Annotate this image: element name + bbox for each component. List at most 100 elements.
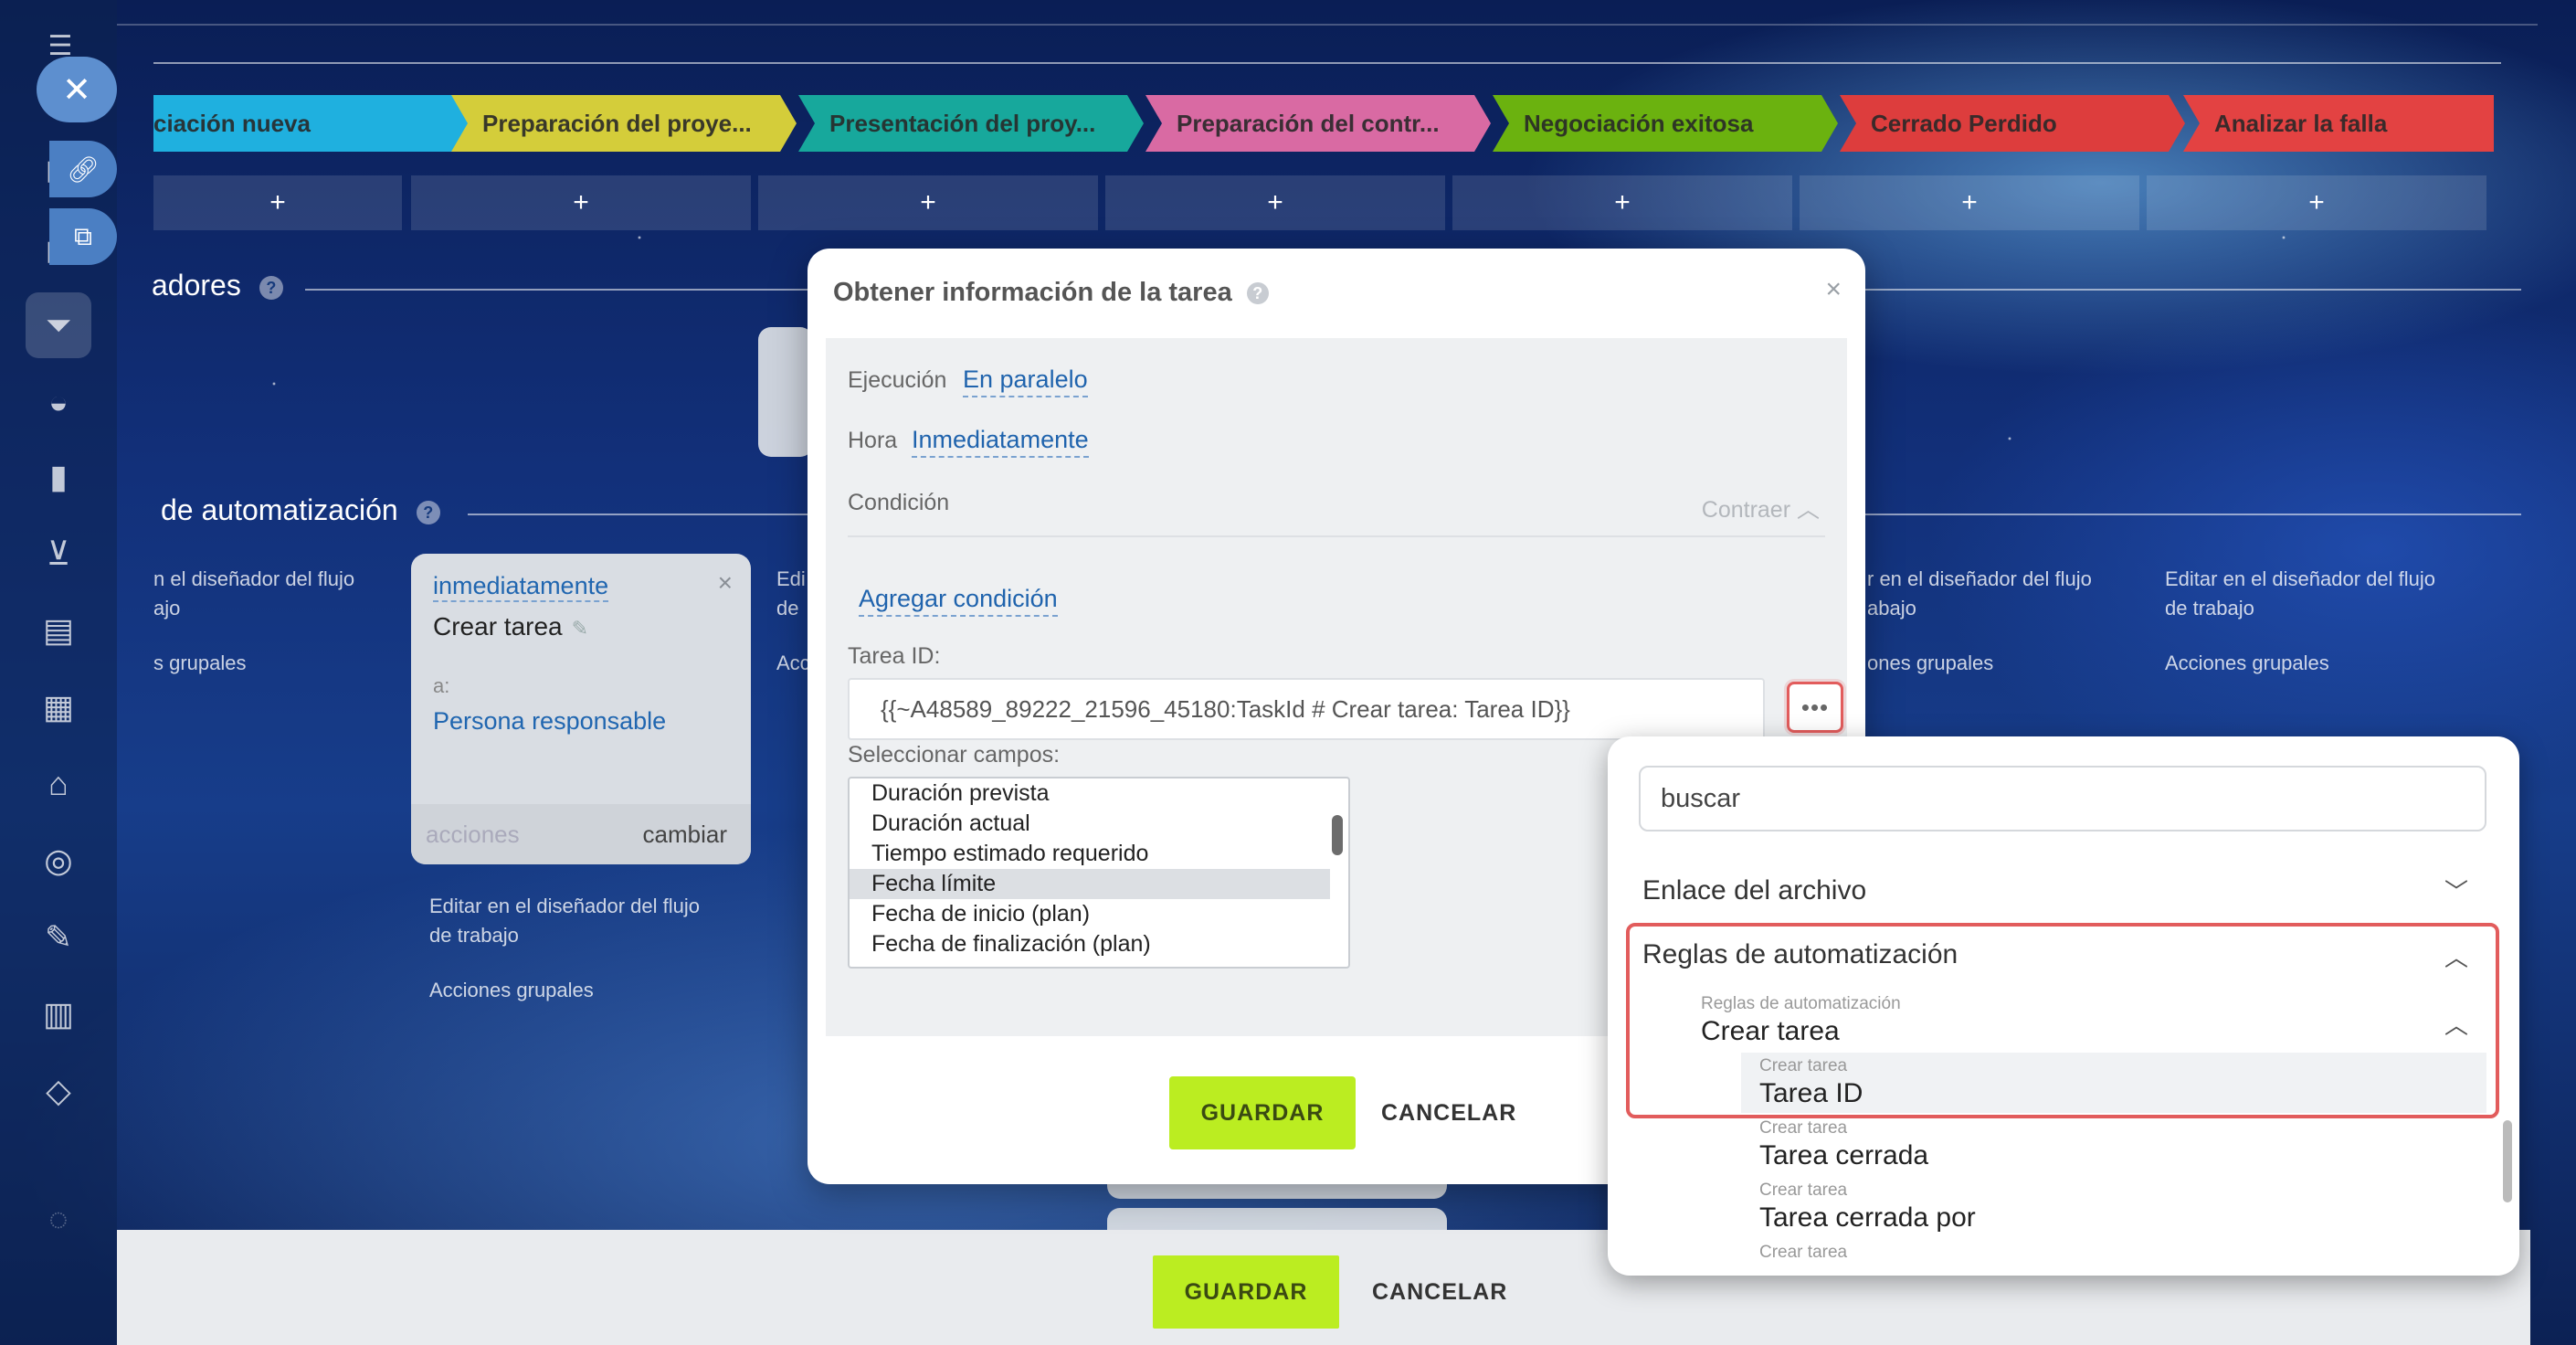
cancel-button[interactable]: CANCELAR: [1372, 1255, 1507, 1329]
stage-3[interactable]: Preparación del contr...: [1145, 95, 1491, 152]
add-button[interactable]: +: [758, 175, 1098, 230]
stage-1[interactable]: Preparación del proye...: [451, 95, 797, 152]
save-button[interactable]: GUARDAR: [1153, 1255, 1339, 1329]
pen-icon[interactable]: ✎: [35, 914, 82, 961]
rule-card-footer: acciones cambiar: [411, 804, 751, 864]
edit-pencil-icon[interactable]: ✎: [572, 617, 588, 640]
rule-actions-link[interactable]: acciones: [426, 821, 520, 849]
column-1-edit-link[interactable]: n el diseñador del flujo ajo: [153, 565, 354, 623]
calendar-icon[interactable]: ▦: [35, 683, 82, 731]
add-button[interactable]: +: [1800, 175, 2139, 230]
column-2-edit-link[interactable]: Editar en el diseñador del flujo de traba…: [429, 892, 700, 950]
task-id-input[interactable]: {{~A48589_89222_21596_45180:TaskId # Cre…: [848, 678, 1765, 740]
pipeline-stages: ciación nueva Preparación del proye... P…: [153, 95, 2528, 152]
column-3-edit-link[interactable]: Edi de: [776, 565, 806, 623]
trigger-card[interactable]: [758, 327, 813, 457]
item-task-id[interactable]: Tarea ID: [1759, 1078, 1863, 1109]
add-trigger-row: + + + + + + +: [153, 175, 2528, 230]
item-task-closed-by[interactable]: Tarea cerrada por: [1759, 1202, 1976, 1234]
group-file-link[interactable]: Enlace del archivo: [1642, 875, 1866, 906]
document-icon[interactable]: ▥: [35, 990, 82, 1038]
column-3-group-actions[interactable]: Acc: [776, 649, 810, 678]
stage-4[interactable]: Negociación exitosa: [1493, 95, 1838, 152]
save-button[interactable]: GUARDAR: [1169, 1076, 1356, 1149]
item-caption: Crear tarea: [1759, 1056, 1848, 1075]
fields-listbox[interactable]: Duración prevista Duración actual Tiempo…: [848, 777, 1350, 969]
time-value-link[interactable]: Inmediatamente: [912, 426, 1089, 458]
close-icon[interactable]: ×: [1825, 274, 1842, 305]
add-button[interactable]: +: [2147, 175, 2486, 230]
chevron-up-icon: ︿: [1796, 497, 1820, 523]
insert-value-button[interactable]: •••: [1787, 682, 1843, 733]
rule-assignee: Persona responsable: [433, 707, 667, 735]
add-button[interactable]: +: [1105, 175, 1445, 230]
column-1-group-actions[interactable]: s grupales: [153, 649, 247, 678]
list-item[interactable]: Fecha de finalización (plan): [850, 929, 1330, 959]
column-6-group-actions[interactable]: ones grupales: [1867, 649, 1993, 678]
column-7-group-actions[interactable]: Acciones grupales: [2165, 649, 2329, 678]
stage-6[interactable]: Analizar la falla: [2183, 95, 2494, 152]
time-label: Hora: [848, 428, 898, 453]
item-task-closed[interactable]: Tarea cerrada: [1759, 1140, 1928, 1171]
search-input[interactable]: buscar: [1639, 766, 2486, 831]
column-2-group-actions[interactable]: Acciones grupales: [429, 976, 594, 1005]
list-item[interactable]: Fecha de inicio (plan): [850, 899, 1330, 929]
robot-icon[interactable]: ◒: [35, 378, 82, 426]
add-button[interactable]: +: [411, 175, 751, 230]
value-picker-popup: buscar Enlace del archivo ﹀ Reglas de au…: [1608, 736, 2519, 1276]
list-item[interactable]: Duración prevista: [850, 778, 1330, 809]
add-condition-link[interactable]: Agregar condición: [859, 585, 1058, 617]
open-new-window-button[interactable]: ⧉: [49, 208, 117, 265]
add-button[interactable]: +: [1452, 175, 1792, 230]
chevron-up-icon[interactable]: ︿: [2444, 1007, 2468, 1041]
popup-scrollbar[interactable]: [2503, 1120, 2512, 1202]
list-item[interactable]: Duración actual: [850, 809, 1330, 839]
task-id-label: Tarea ID:: [848, 643, 941, 669]
triggers-title-text: adores: [152, 269, 241, 302]
condition-label: Condición: [848, 490, 950, 515]
close-slider-button[interactable]: ✕: [37, 57, 117, 122]
collapse-toggle[interactable]: Contraer ︿: [1702, 492, 1820, 524]
execution-mode-link[interactable]: En paralelo: [963, 365, 1088, 397]
list-item[interactable]: Tiempo estimado requerido: [850, 839, 1330, 869]
list-item-selected[interactable]: Fecha límite: [850, 869, 1330, 899]
box-icon[interactable]: ◇: [35, 1067, 82, 1115]
remove-rule-icon[interactable]: ×: [718, 568, 733, 598]
target-icon[interactable]: ◎: [35, 837, 82, 884]
item-caption: Crear tarea: [1759, 1181, 1848, 1200]
cart-icon[interactable]: ⊻: [35, 530, 82, 577]
listbox-scrollbar[interactable]: [1332, 815, 1343, 855]
group-automation-rules[interactable]: Reglas de automatización: [1642, 939, 1958, 970]
rule-timing-link[interactable]: inmediatamente: [433, 572, 609, 602]
link-icon: 🔗︎: [67, 154, 100, 184]
chevron-down-icon[interactable]: ﹀: [2444, 874, 2468, 907]
rule-card-create-task[interactable]: inmediatamente × Crear tarea ✎ a: Persona…: [411, 554, 751, 864]
stage-2[interactable]: Presentación del proy...: [798, 95, 1144, 152]
help-icon[interactable]: ?: [1246, 282, 1269, 305]
store-icon[interactable]: ⌂: [35, 760, 82, 808]
help-icon[interactable]: ?: [416, 500, 440, 524]
column-7-edit-link[interactable]: Editar en el diseñador del flujo de traba…: [2165, 565, 2435, 623]
add-button[interactable]: +: [153, 175, 402, 230]
external-link-icon: ⧉: [74, 221, 92, 250]
triggers-section-title: adores?: [152, 269, 283, 302]
contact-card-icon[interactable]: ▤: [35, 607, 82, 654]
rule-to-label: a:: [433, 674, 450, 697]
copy-link-button[interactable]: 🔗︎: [49, 141, 117, 197]
subgroup-create-task[interactable]: Crear tarea: [1701, 1016, 1840, 1047]
chevron-up-icon[interactable]: ︿: [2444, 939, 2468, 973]
analytics-icon[interactable]: ▮: [35, 453, 82, 501]
column-6-edit-link[interactable]: r en el diseñador del flujo abajo: [1867, 565, 2092, 623]
rule-title: Crear tarea ✎: [433, 612, 589, 641]
dialog-title: Obtener información de la tarea?: [833, 278, 1269, 308]
settings-icon[interactable]: ◌: [35, 1195, 82, 1243]
cancel-button[interactable]: CANCELAR: [1381, 1076, 1516, 1149]
item-caption: Crear tarea: [1759, 1243, 1848, 1262]
execution-label: Ejecución: [848, 367, 947, 393]
rule-change-link[interactable]: cambiar: [643, 821, 727, 849]
stage-5[interactable]: Cerrado Perdido: [1840, 95, 2185, 152]
stage-0[interactable]: ciación nueva: [153, 95, 480, 152]
crm-funnel-icon[interactable]: ⏷: [26, 292, 91, 358]
help-icon[interactable]: ?: [259, 275, 283, 300]
top-divider: [153, 62, 2501, 64]
